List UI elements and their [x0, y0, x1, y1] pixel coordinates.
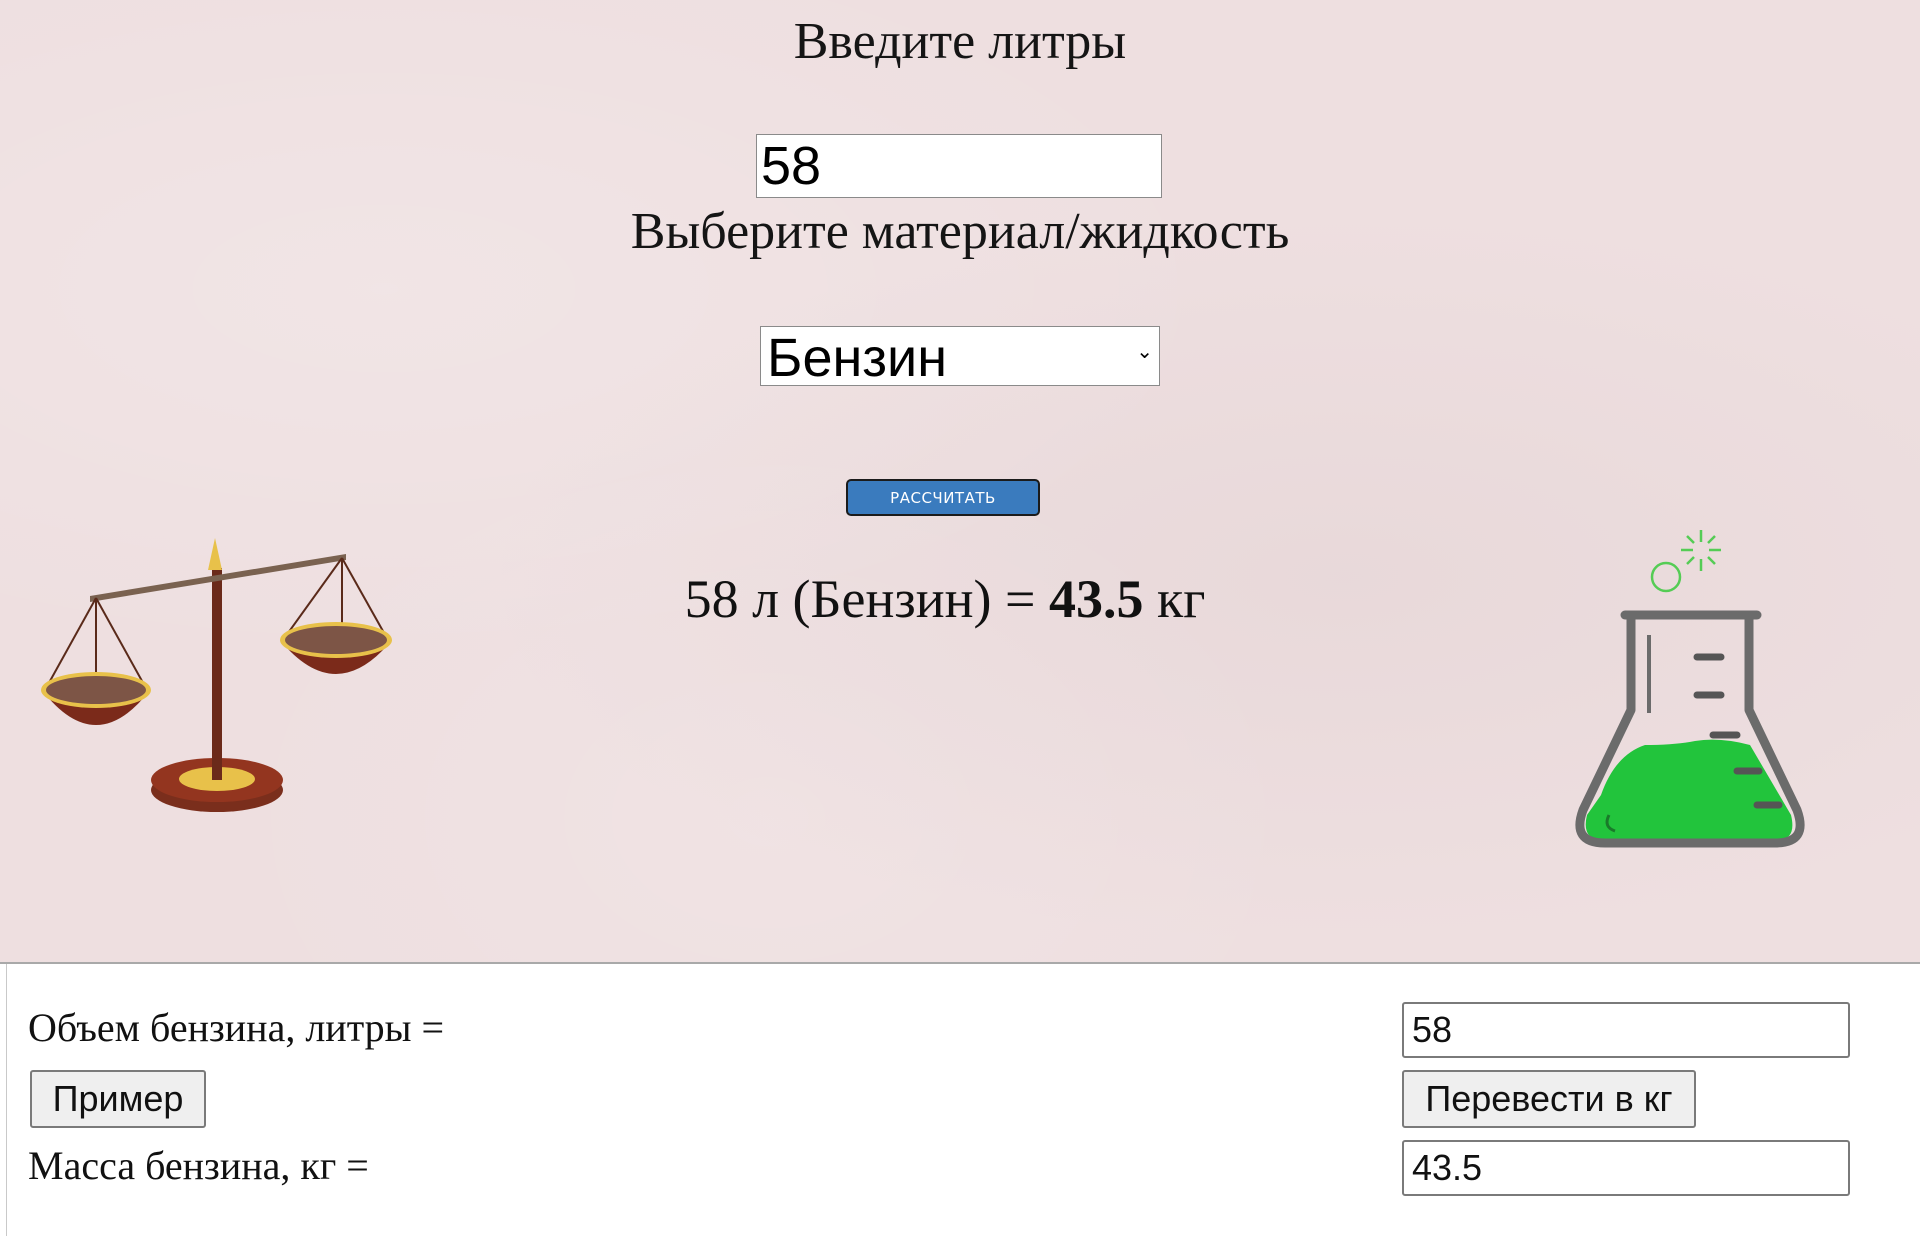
result-left: 58 л (Бензин) = — [684, 569, 1049, 629]
volume-label: Объем бензина, литры = — [28, 1005, 445, 1050]
material-select[interactable]: Бензин ⌄ — [760, 326, 1160, 388]
liters-heading: Введите литры — [793, 13, 1127, 70]
balance-scales-icon — [41, 538, 392, 812]
volume-input[interactable]: 58 — [1402, 1002, 1850, 1058]
material-heading: Выберите материал/жидкость — [630, 203, 1290, 260]
result-mass: 43.5 — [1048, 569, 1144, 629]
material-selected-value: Бензин — [767, 328, 948, 388]
calculate-button[interactable]: РАССЧИТАТЬ — [846, 479, 1040, 516]
converter-panel: Введите литры Выберите материал/жидкость… — [0, 0, 1920, 962]
liters-input[interactable] — [756, 134, 1162, 198]
result-unit: кг — [1143, 569, 1206, 629]
convert-to-kg-button[interactable]: Перевести в кг — [1402, 1070, 1696, 1128]
chevron-down-icon: ⌄ — [1136, 339, 1153, 363]
chemistry-flask-icon — [1575, 530, 1805, 848]
mass-output[interactable]: 43.5 — [1402, 1140, 1850, 1196]
divider — [6, 964, 7, 1236]
example-button[interactable]: Пример — [30, 1070, 206, 1128]
calculator-panel: Объем бензина, литры = 58 Пример Перевес… — [0, 962, 1920, 1236]
mass-label: Масса бензина, кг = — [28, 1143, 369, 1188]
